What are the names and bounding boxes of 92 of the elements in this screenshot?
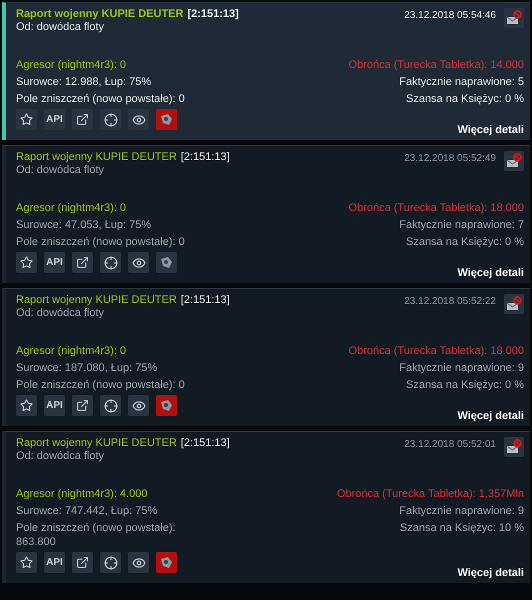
delete-message-icon bbox=[506, 153, 522, 169]
more-details-link[interactable]: Więcej detali bbox=[457, 267, 524, 279]
api-button[interactable]: API bbox=[44, 395, 65, 416]
favorite-button[interactable] bbox=[16, 109, 37, 130]
sender-text: Od: dowódca floty bbox=[16, 163, 104, 177]
attacker-text: Agresor (nightm4r3): 0 bbox=[16, 201, 126, 215]
more-details-link[interactable]: Więcej detali bbox=[457, 567, 524, 579]
view-button[interactable] bbox=[128, 252, 149, 273]
defender-text: Obrońca (Turecka Tabletka): 1,357Mln bbox=[336, 487, 524, 501]
target-button[interactable] bbox=[100, 109, 121, 130]
external-link-icon bbox=[76, 256, 89, 269]
report-date: 23.12.2018 05:54:46 bbox=[404, 9, 496, 23]
report-title[interactable]: Raport wojenny KUPIE DEUTER bbox=[16, 294, 177, 306]
api-button[interactable]: API bbox=[44, 552, 65, 573]
report-title[interactable]: Raport wojenny KUPIE DEUTER bbox=[16, 8, 184, 20]
star-icon bbox=[20, 556, 33, 569]
view-button[interactable] bbox=[128, 552, 149, 573]
delete-button[interactable] bbox=[504, 437, 524, 457]
coordinates-link[interactable]: [2:151:13] bbox=[180, 294, 230, 306]
simulate-button[interactable] bbox=[156, 109, 177, 130]
delete-message-icon bbox=[506, 439, 522, 455]
star-icon bbox=[20, 256, 33, 269]
resources-text: Surowce: 187.080, Łup: 75% bbox=[16, 361, 158, 375]
repaired-text: Faktycznie naprawione: 9 bbox=[399, 504, 524, 518]
star-icon bbox=[20, 113, 33, 126]
repaired-text: Faktycznie naprawione: 7 bbox=[399, 218, 524, 232]
attacker-text: Agresor (nightm4r3): 4.000 bbox=[16, 487, 148, 501]
sender-text: Od: dowódca floty bbox=[16, 20, 104, 34]
share-button[interactable] bbox=[72, 552, 93, 573]
eye-icon bbox=[132, 556, 146, 570]
resources-text: Surowce: 747.442, Łup: 75% bbox=[16, 504, 158, 518]
delete-button[interactable] bbox=[504, 294, 524, 314]
share-button[interactable] bbox=[72, 109, 93, 130]
external-link-icon bbox=[76, 556, 89, 569]
target-button[interactable] bbox=[100, 252, 121, 273]
eye-icon bbox=[132, 112, 146, 126]
defender-text: Obrońca (Turecka Tabletka): 14.000 bbox=[348, 58, 524, 72]
favorite-button[interactable] bbox=[16, 252, 37, 273]
report-title[interactable]: Raport wojenny KUPIE DEUTER bbox=[16, 437, 177, 449]
crosshair-icon bbox=[104, 398, 118, 412]
delete-message-icon bbox=[506, 10, 522, 26]
delete-message-icon bbox=[506, 296, 522, 312]
share-button[interactable] bbox=[72, 395, 93, 416]
moon-chance-text: Szansa na Księżyc: 0 % bbox=[406, 378, 524, 392]
report-title[interactable]: Raport wojenny KUPIE DEUTER bbox=[16, 151, 177, 163]
simulate-button[interactable] bbox=[156, 395, 177, 416]
moon-chance-text: Szansa na Księżyc: 0 % bbox=[406, 92, 524, 106]
crosshair-icon bbox=[104, 256, 118, 270]
favorite-button[interactable] bbox=[16, 552, 37, 573]
defender-text: Obrońca (Turecka Tabletka): 18.000 bbox=[348, 344, 524, 358]
share-button[interactable] bbox=[72, 252, 93, 273]
moon-chance-text: Szansa na Księżyc: 0 % bbox=[406, 235, 524, 249]
more-details-link[interactable]: Więcej detali bbox=[457, 124, 524, 136]
eye-icon bbox=[132, 398, 146, 412]
api-button[interactable]: API bbox=[44, 109, 65, 130]
api-button[interactable]: API bbox=[44, 252, 65, 273]
crosshair-icon bbox=[104, 556, 118, 570]
eye-icon bbox=[132, 256, 146, 270]
defender-text: Obrońca (Turecka Tabletka): 18.000 bbox=[348, 201, 524, 215]
resources-text: Surowce: 12.988, Łup: 75% bbox=[16, 75, 152, 89]
delete-button[interactable] bbox=[504, 8, 524, 28]
coordinates-link[interactable]: [2:151:13] bbox=[180, 437, 230, 449]
moon-chance-text: Szansa na Księżyc: 10 % bbox=[400, 521, 524, 535]
debris-text: Pole zniszczeń (nowo powstałe): 0 bbox=[16, 235, 186, 249]
sender-text: Od: dowódca floty bbox=[16, 306, 104, 320]
target-button[interactable] bbox=[100, 552, 121, 573]
report-date: 23.12.2018 05:52:49 bbox=[404, 152, 496, 166]
star-icon bbox=[20, 399, 33, 412]
favorite-button[interactable] bbox=[16, 395, 37, 416]
simulate-button[interactable] bbox=[156, 552, 177, 573]
resources-text: Surowce: 47.053, Łup: 75% bbox=[16, 218, 152, 232]
sender-text: Od: dowódca floty bbox=[16, 449, 104, 463]
repaired-text: Faktycznie naprawione: 5 bbox=[399, 75, 524, 89]
more-details-link[interactable]: Więcej detali bbox=[457, 410, 524, 422]
delete-button[interactable] bbox=[504, 151, 524, 171]
debris-text: Pole zniszczeń (nowo powstałe): 0 bbox=[16, 92, 186, 106]
debris-text: Pole zniszczeń (nowo powstałe): 863.800 bbox=[16, 521, 177, 549]
repaired-text: Faktycznie naprawione: 9 bbox=[399, 361, 524, 375]
coordinates-link[interactable]: [2:151:13] bbox=[180, 151, 230, 163]
simulate-button[interactable] bbox=[156, 252, 177, 273]
report-date: 23.12.2018 05:52:01 bbox=[404, 438, 496, 452]
crosshair-icon bbox=[104, 112, 118, 126]
external-link-icon bbox=[76, 399, 89, 412]
external-link-icon bbox=[76, 113, 89, 126]
attacker-text: Agresor (nightm4r3): 0 bbox=[16, 58, 126, 72]
view-button[interactable] bbox=[128, 109, 149, 130]
report-date: 23.12.2018 05:52:22 bbox=[404, 295, 496, 309]
coordinates-link[interactable]: [2:151:13] bbox=[187, 8, 239, 20]
debris-text: Pole zniszczeń (nowo powstałe): 0 bbox=[16, 378, 186, 392]
view-button[interactable] bbox=[128, 395, 149, 416]
target-button[interactable] bbox=[100, 395, 121, 416]
attacker-text: Agresor (nightm4r3): 0 bbox=[16, 344, 126, 358]
